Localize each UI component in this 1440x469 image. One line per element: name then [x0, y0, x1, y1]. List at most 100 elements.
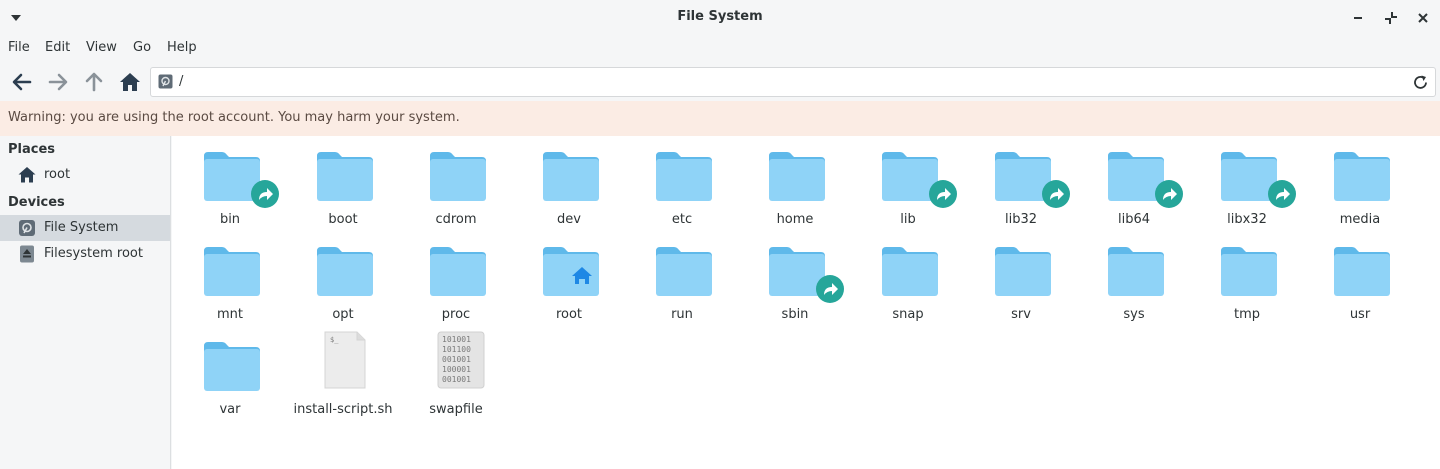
svg-text:100001: 100001	[442, 365, 471, 374]
menu-help[interactable]: Help	[167, 40, 197, 55]
file-item-mnt[interactable]: mnt	[175, 231, 285, 322]
file-name: proc	[441, 307, 471, 322]
file-item-install-script-sh[interactable]: $_ install-script.sh	[288, 326, 398, 417]
file-name: root	[555, 307, 583, 322]
file-name: lib	[900, 212, 916, 227]
sidebar-item-root[interactable]: root	[0, 162, 170, 188]
svg-text:$_: $_	[330, 336, 339, 344]
svg-text:101100: 101100	[442, 345, 471, 354]
file-name: install-script.sh	[293, 402, 393, 417]
file-item-snap[interactable]: snap	[853, 231, 963, 322]
symlink-badge-icon	[250, 179, 280, 209]
file-item-usr[interactable]: usr	[1305, 231, 1415, 322]
file-item-lib64[interactable]: lib64	[1079, 136, 1189, 227]
location-bar[interactable]: /	[150, 67, 1436, 97]
file-name: opt	[332, 307, 354, 322]
file-name: run	[671, 307, 693, 322]
places-header: Places	[8, 142, 56, 157]
file-item-root[interactable]: root	[514, 231, 624, 322]
file-item-opt[interactable]: opt	[288, 231, 398, 322]
file-name: srv	[1011, 307, 1031, 322]
symlink-badge-icon	[1267, 179, 1297, 209]
sidebar-item-filesystem-root[interactable]: Filesystem root	[0, 241, 170, 267]
file-item-boot[interactable]: boot	[288, 136, 398, 227]
title-bar: File System	[0, 0, 1440, 36]
file-item-bin[interactable]: bin	[175, 136, 285, 227]
file-name: mnt	[217, 307, 243, 322]
file-item-sbin[interactable]: sbin	[740, 231, 850, 322]
folder-icon	[1219, 245, 1279, 297]
back-button[interactable]	[8, 68, 36, 96]
svg-text:001001: 001001	[442, 355, 471, 364]
sidebar-item-label: Filesystem root	[44, 246, 143, 261]
minimize-icon[interactable]	[1350, 9, 1368, 27]
file-item-libx32[interactable]: libx32	[1192, 136, 1302, 227]
location-path: /	[179, 74, 184, 89]
file-item-lib[interactable]: lib	[853, 136, 963, 227]
file-name: sys	[1123, 307, 1145, 322]
restore-icon[interactable]	[1382, 9, 1400, 27]
folder-icon	[202, 245, 262, 297]
symlink-badge-icon	[1041, 179, 1071, 209]
menu-edit[interactable]: Edit	[45, 40, 70, 55]
root-warning-banner: Warning: you are using the root account.…	[0, 101, 1440, 136]
file-item-lib32[interactable]: lib32	[966, 136, 1076, 227]
sidebar: Places root Devices File System Filesyst…	[0, 136, 171, 469]
folder-icon	[654, 150, 714, 202]
folder-icon	[315, 150, 375, 202]
file-item-cdrom[interactable]: cdrom	[401, 136, 511, 227]
file-name: usr	[1349, 307, 1371, 322]
folder-icon	[993, 245, 1053, 297]
folder-icon	[654, 245, 714, 297]
window-title: File System	[677, 9, 763, 24]
eject-drive-icon	[20, 245, 34, 263]
home-button[interactable]	[116, 68, 144, 96]
up-arrow-icon	[85, 72, 103, 92]
file-name: var	[219, 402, 241, 417]
file-item-dev[interactable]: dev	[514, 136, 624, 227]
folder-icon	[541, 150, 601, 202]
file-name: lib32	[1004, 212, 1038, 227]
file-item-media[interactable]: media	[1305, 136, 1415, 227]
folder-icon	[428, 245, 488, 297]
file-name: tmp	[1233, 307, 1260, 322]
binary-file-icon: 101001 101100 001001 100001 001001	[428, 331, 488, 392]
file-name: media	[1339, 212, 1381, 227]
folder-icon	[1332, 245, 1392, 297]
file-item-proc[interactable]: proc	[401, 231, 511, 322]
sidebar-item-label: root	[44, 167, 71, 182]
file-name: bin	[219, 212, 241, 227]
symlink-badge-icon	[1154, 179, 1184, 209]
file-item-etc[interactable]: etc	[627, 136, 737, 227]
file-icon-view: bin boot cdrom dev etc home lib lib32 li…	[172, 136, 1440, 469]
file-item-sys[interactable]: sys	[1079, 231, 1189, 322]
file-name: libx32	[1227, 212, 1267, 227]
reload-icon[interactable]	[1412, 74, 1429, 91]
file-name: boot	[328, 212, 358, 227]
warning-text: Warning: you are using the root account.…	[8, 110, 460, 125]
folder-icon	[202, 340, 262, 392]
folder-icon	[1332, 150, 1392, 202]
close-icon[interactable]	[1414, 9, 1432, 27]
menu-go[interactable]: Go	[133, 40, 151, 55]
folder-icon	[1106, 245, 1166, 297]
up-button[interactable]	[80, 68, 108, 96]
file-item-srv[interactable]: srv	[966, 231, 1076, 322]
script-file-icon: $_	[315, 331, 375, 392]
menu-view[interactable]: View	[86, 40, 117, 55]
file-item-home[interactable]: home	[740, 136, 850, 227]
file-name: snap	[892, 307, 924, 322]
sidebar-item-file-system[interactable]: File System	[0, 215, 170, 241]
menu-file[interactable]: File	[8, 40, 30, 55]
file-item-tmp[interactable]: tmp	[1192, 231, 1302, 322]
drive-icon	[158, 74, 173, 89]
file-item-swapfile[interactable]: 101001 101100 001001 100001 001001 swapfile	[401, 326, 511, 417]
forward-button[interactable]	[44, 68, 72, 96]
menu-bar: File Edit View Go Help	[0, 36, 1440, 60]
file-name: etc	[671, 212, 693, 227]
file-item-run[interactable]: run	[627, 231, 737, 322]
forward-arrow-icon	[48, 73, 68, 91]
home-folder-icon	[541, 245, 601, 297]
file-item-var[interactable]: var	[175, 326, 285, 417]
drive-icon	[19, 220, 35, 236]
